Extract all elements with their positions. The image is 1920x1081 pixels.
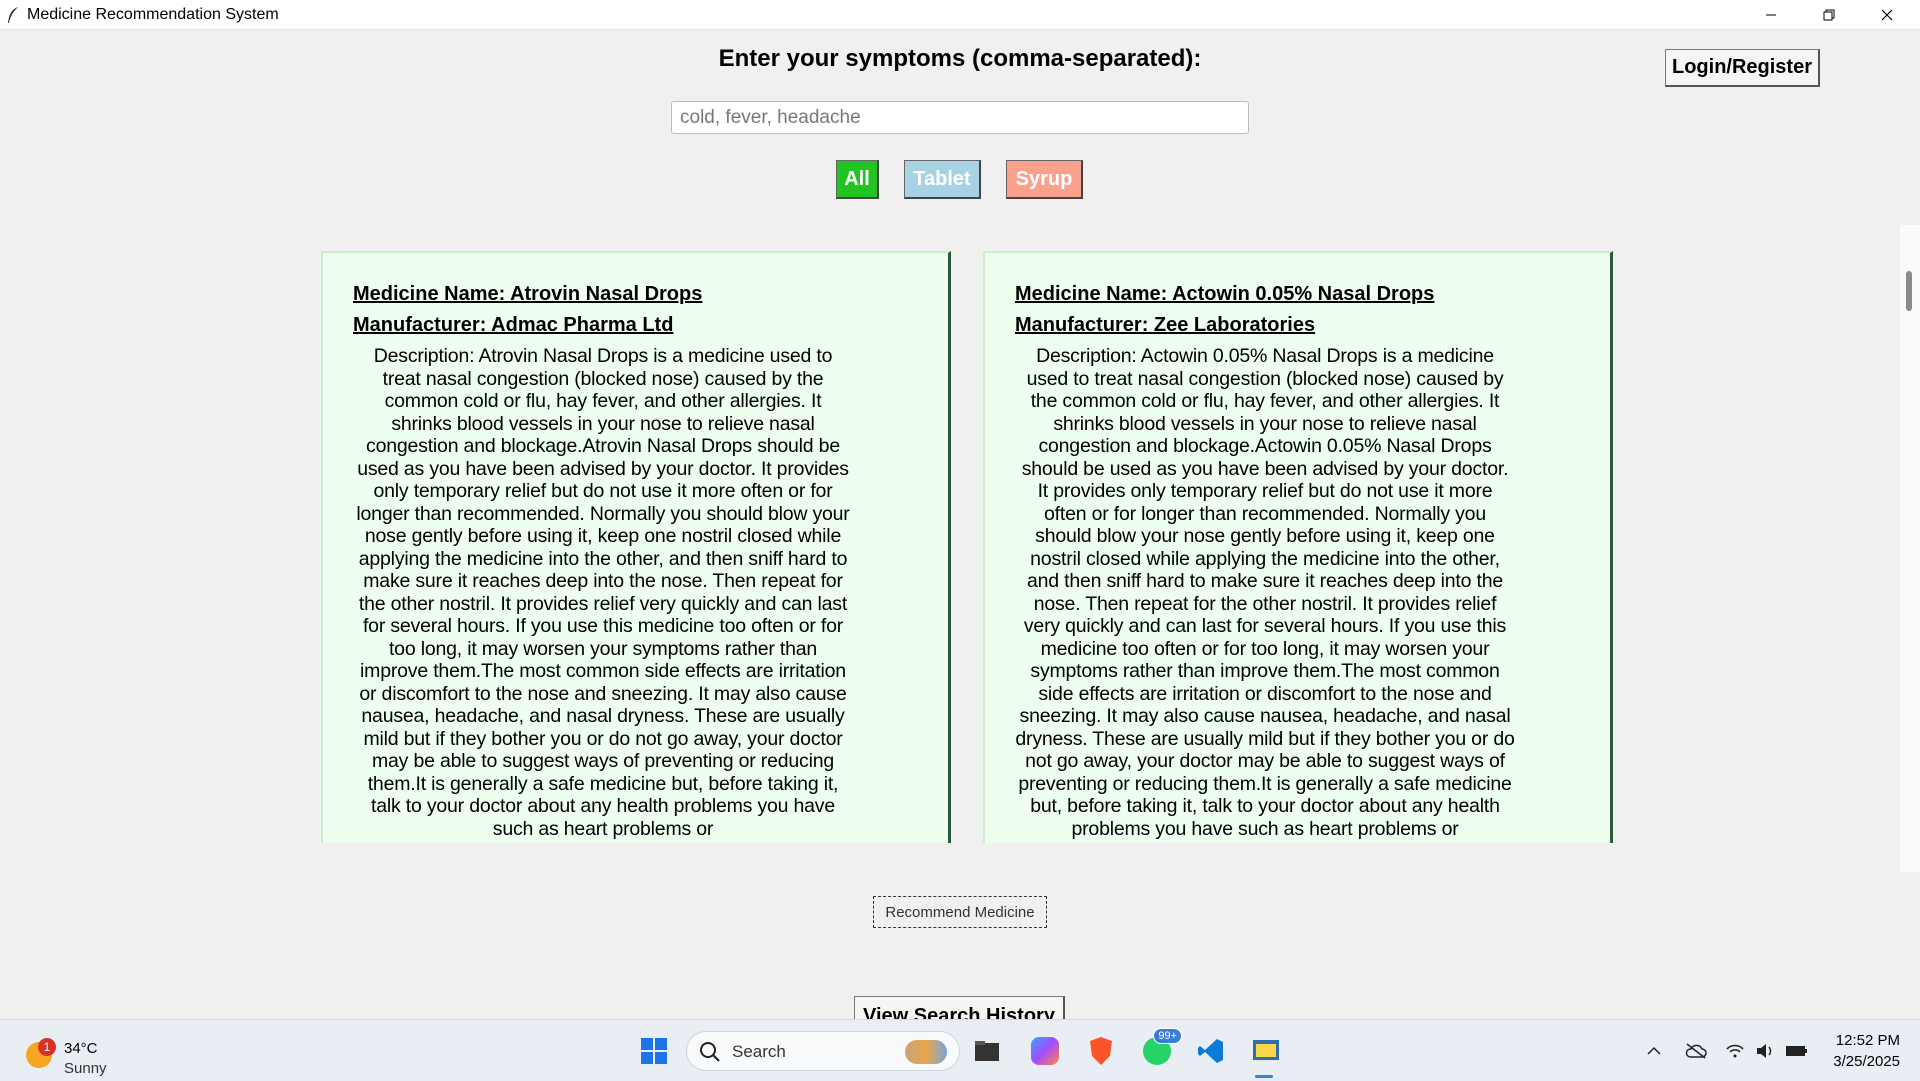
whatsapp-notification-badge: 99+ [1153,1028,1182,1044]
brave-browser-icon[interactable] [1084,1034,1118,1068]
copilot-logo-icon [1031,1037,1059,1065]
folder-icon [975,1041,999,1061]
vscode-logo-icon [1198,1039,1223,1063]
whatsapp-icon[interactable]: 99+ [1140,1028,1182,1068]
scrollbar-thumb[interactable] [1906,271,1912,311]
main-content: Enter your symptoms (comma-separated): L… [0,30,1920,1037]
minimize-icon [1766,14,1776,15]
wifi-icon[interactable] [1724,1040,1746,1062]
volume-icon[interactable] [1754,1040,1776,1062]
symptoms-prompt-label: Enter your symptoms (comma-separated): [718,45,1202,72]
taskbar-search-label: Search [732,1042,786,1061]
wifi-signal-icon [1726,1044,1744,1058]
windows-logo-icon [641,1038,667,1064]
python-window-icon [1253,1040,1279,1060]
speaker-icon [1757,1044,1772,1058]
weather-temperature: 34°C [64,1040,98,1057]
filter-syrup-button[interactable]: Syrup [1006,160,1083,199]
chevron-up-icon [1647,1046,1661,1055]
filter-all-button[interactable]: All [836,160,879,199]
copilot-icon[interactable] [1028,1034,1062,1068]
results-panel: Medicine Name: Atrovin Nasal Drops Manuf… [0,251,1920,843]
filter-tablet-button[interactable]: Tablet [904,160,981,199]
medicine-card: Medicine Name: Actowin 0.05% Nasal Drops… [983,251,1613,843]
weather-badge: 1 [38,1038,56,1056]
recommend-medicine-button[interactable]: Recommend Medicine [873,896,1047,928]
taskbar-search-box[interactable]: Search [686,1031,960,1071]
clock-time: 12:52 PM [1835,1032,1900,1049]
minimize-button[interactable] [1742,0,1800,29]
onedrive-offline-icon[interactable] [1685,1040,1707,1062]
brave-logo-icon [1090,1037,1112,1065]
battery-charging-icon [1786,1046,1807,1056]
feather-app-icon [8,7,18,23]
window-title: Medicine Recommendation System [27,6,279,23]
medicine-description: Description: Actowin 0.05% Nasal Drops i… [1015,345,1515,840]
close-icon [1881,9,1893,20]
login-register-button[interactable]: Login/Register [1665,49,1820,87]
system-clock[interactable]: 12:52 PM 3/25/2025 [1820,1030,1900,1072]
title-bar: Medicine Recommendation System [0,0,1920,30]
weather-condition: Sunny [64,1060,107,1077]
restore-icon [1823,9,1835,20]
results-scrollbar[interactable] [1900,225,1920,872]
start-icon[interactable] [637,1034,671,1068]
medicine-name: Medicine Name: Atrovin Nasal Drops [353,283,703,305]
search-highlight-icon [905,1040,947,1064]
weather-widget[interactable]: 1 34°C Sunny [26,1032,146,1077]
python-app-icon[interactable] [1249,1034,1283,1068]
medicine-card: Medicine Name: Atrovin Nasal Drops Manuf… [321,251,951,843]
battery-icon[interactable] [1785,1040,1807,1062]
restore-button[interactable] [1800,0,1858,29]
active-app-indicator [1255,1075,1273,1078]
symptoms-input[interactable] [671,101,1249,134]
file-explorer-icon[interactable] [970,1034,1004,1068]
search-icon [700,1042,720,1062]
close-button[interactable] [1858,0,1916,29]
clock-date: 3/25/2025 [1833,1053,1900,1070]
medicine-manufacturer: Manufacturer: Zee Laboratories [1015,314,1316,336]
medicine-name: Medicine Name: Actowin 0.05% Nasal Drops [1015,283,1435,305]
cloud-icon [1685,1043,1707,1059]
medicine-manufacturer: Manufacturer: Admac Pharma Ltd [353,314,674,336]
show-hidden-icons-chevron-icon[interactable] [1643,1040,1665,1062]
medicine-description: Description: Atrovin Nasal Drops is a me… [356,345,850,840]
taskbar: 1 34°C Sunny Search 99+ 12:52 PM 3/25/20… [0,1019,1920,1081]
vscode-icon[interactable] [1194,1034,1228,1068]
